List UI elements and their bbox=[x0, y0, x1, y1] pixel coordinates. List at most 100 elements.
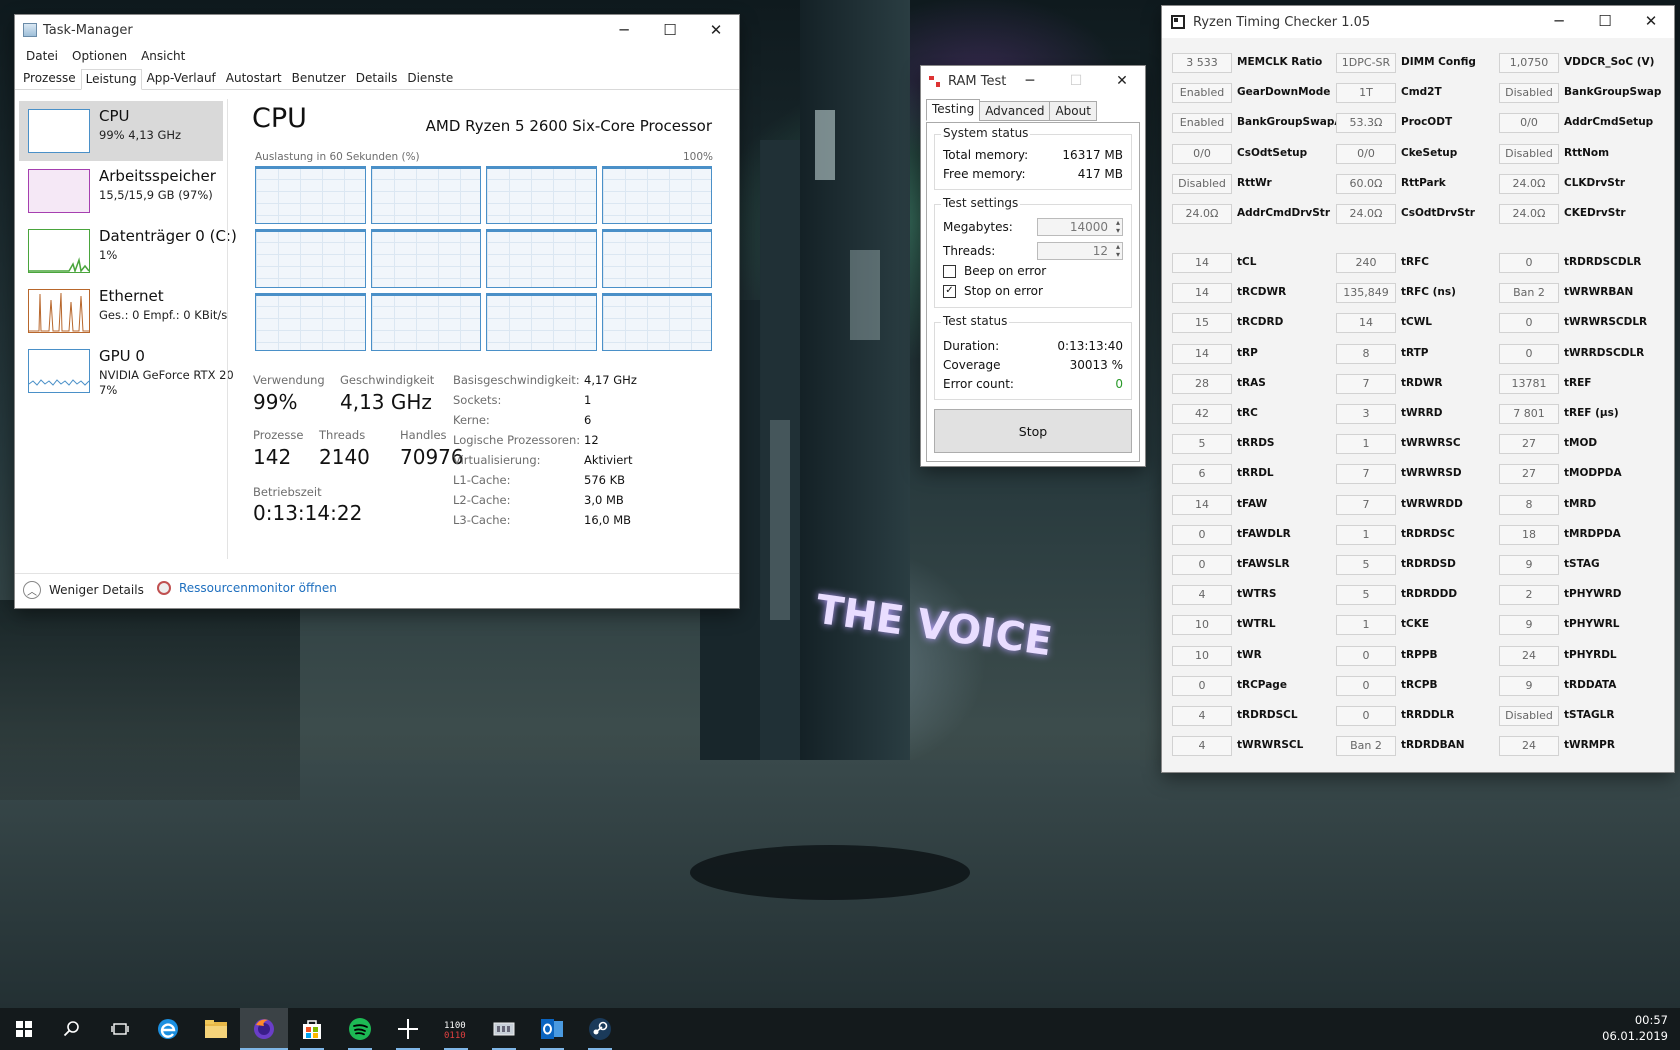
timing-value: 14 bbox=[1172, 253, 1232, 273]
tab-autostart[interactable]: Autostart bbox=[221, 68, 287, 89]
ramtest-icon[interactable] bbox=[480, 1008, 528, 1050]
maximize-button[interactable]: ☐ bbox=[1582, 6, 1628, 36]
sidebar-item-cpu[interactable]: CPU 99% 4,13 GHz bbox=[19, 101, 223, 161]
timing-value: Disabled bbox=[1172, 173, 1232, 194]
timing-row: 14 tFAW 7 tWRWRDD 8 tMRD bbox=[1162, 489, 1674, 519]
sidebar-item-memory[interactable]: Arbeitsspeicher 15,5/15,9 GB (97%) bbox=[19, 161, 223, 221]
tab-bar: Testing Advanced About bbox=[926, 99, 1097, 121]
tab-prozesse[interactable]: Prozesse bbox=[18, 68, 81, 89]
calculator-icon[interactable]: 1100 0110 bbox=[432, 1008, 480, 1050]
timing-value: Disabled bbox=[1499, 83, 1559, 104]
timing-label: tWRWRSCL bbox=[1237, 739, 1304, 752]
resource-monitor-link[interactable]: Ressourcenmonitor öffnen bbox=[157, 581, 337, 595]
timing-label: tRDRDSCDLR bbox=[1564, 256, 1642, 268]
search-icon[interactable] bbox=[48, 1008, 96, 1050]
spec-value: 576 KB bbox=[584, 473, 626, 487]
svg-text:0110: 0110 bbox=[444, 1031, 466, 1039]
tab-details[interactable]: Details bbox=[351, 68, 403, 89]
task-view-icon[interactable] bbox=[96, 1008, 144, 1050]
timing-value: 0 bbox=[1499, 253, 1559, 273]
timing-label: tRDRDSC bbox=[1401, 527, 1455, 540]
steam-icon[interactable] bbox=[576, 1008, 624, 1050]
app-cross-icon[interactable] bbox=[384, 1008, 432, 1050]
threads-stepper[interactable]: 12 bbox=[1037, 242, 1123, 260]
sidebar-item-ethernet[interactable]: Ethernet Ges.: 0 Empf.: 0 KBit/s bbox=[19, 281, 227, 341]
spec-label: Kerne: bbox=[453, 413, 490, 427]
spec-value: 4,17 GHz bbox=[584, 373, 637, 387]
sidebar-item-gpu[interactable]: GPU 0 NVIDIA GeForce RTX 20 7% bbox=[19, 341, 234, 401]
fewer-details-button[interactable]: ︿ Weniger Details bbox=[23, 581, 144, 599]
sidebar-item-disk[interactable]: Datenträger 0 (C:) 1% bbox=[19, 221, 237, 281]
spec-label: L2-Cache: bbox=[453, 493, 511, 507]
title-bar[interactable]: RAM Test ─ ☐ ✕ bbox=[921, 66, 1145, 96]
timing-label: BankGroupSwap bbox=[1564, 86, 1662, 99]
beep-on-error-checkbox[interactable]: Beep on error bbox=[943, 264, 1046, 278]
timing-label: tWRWRBAN bbox=[1564, 286, 1634, 299]
menu-optionen[interactable]: Optionen bbox=[65, 49, 134, 63]
timing-row: Disabled RttWr 60.0Ω RttPark 24.0Ω CLKDrvStr bbox=[1162, 168, 1674, 198]
title-bar[interactable]: Ryzen Timing Checker 1.05 ─ ☐ ✕ bbox=[1162, 6, 1674, 38]
timing-value: 14 bbox=[1336, 313, 1396, 334]
firefox-icon[interactable] bbox=[240, 1008, 288, 1050]
stop-on-error-checkbox[interactable]: ✓ Stop on error bbox=[943, 284, 1043, 298]
timing-label: tRFC bbox=[1401, 256, 1429, 268]
sidebar-item-label: GPU 0 bbox=[99, 347, 145, 365]
core-graph bbox=[255, 229, 366, 288]
system-clock[interactable]: 00:57 06.01.2019 bbox=[1602, 1012, 1668, 1044]
tab-testing[interactable]: Testing bbox=[926, 99, 981, 121]
timing-value: 4 bbox=[1172, 706, 1232, 726]
timing-value: 2 bbox=[1499, 585, 1559, 606]
timing-row: 10 tWTRL 1 tCKE 9 tPHYWRL bbox=[1162, 609, 1674, 639]
maximize-button[interactable]: ☐ bbox=[647, 15, 693, 45]
spec-value: Aktiviert bbox=[584, 453, 633, 467]
close-button[interactable]: ✕ bbox=[1099, 66, 1145, 96]
menu-datei[interactable]: Datei bbox=[19, 49, 65, 63]
megabytes-stepper[interactable]: 14000 bbox=[1037, 218, 1123, 236]
title-bar[interactable]: Task-Manager ─ ☐ ✕ bbox=[15, 15, 739, 45]
timing-value: 0 bbox=[1336, 706, 1396, 726]
timing-label: VDDCR_SoC (V) bbox=[1564, 56, 1655, 68]
timing-value: 8 bbox=[1499, 494, 1559, 515]
task-manager-window: Task-Manager ─ ☐ ✕ Datei Optionen Ansich… bbox=[15, 15, 739, 608]
close-button[interactable]: ✕ bbox=[1628, 6, 1674, 36]
timing-value: 14 bbox=[1172, 494, 1232, 515]
spec-value: 1 bbox=[584, 393, 592, 407]
timing-row: 0/0 CsOdtSetup 0/0 CkeSetup Disabled RttNom bbox=[1162, 138, 1674, 168]
timing-row: 4 tRDRDSCL 0 tRRDDLR Disabled tSTAGLR bbox=[1162, 700, 1674, 730]
stop-button[interactable]: Stop bbox=[934, 409, 1132, 453]
outlook-icon[interactable] bbox=[528, 1008, 576, 1050]
explorer-icon[interactable] bbox=[192, 1008, 240, 1050]
timing-label: tRC bbox=[1237, 407, 1258, 419]
timing-value: 0 bbox=[1172, 524, 1232, 545]
processes-value: 142 bbox=[253, 445, 292, 469]
tab-dienste[interactable]: Dienste bbox=[402, 68, 458, 89]
spotify-icon[interactable] bbox=[336, 1008, 384, 1050]
tab-app-verlauf[interactable]: App-Verlauf bbox=[142, 68, 221, 89]
minimize-button[interactable]: ─ bbox=[1007, 66, 1053, 96]
timing-label: CkeSetup bbox=[1401, 146, 1458, 159]
close-button[interactable]: ✕ bbox=[693, 15, 739, 45]
ram-test-window: RAM Test ─ ☐ ✕ Testing Advanced About Sy… bbox=[921, 66, 1145, 466]
timing-value: 6 bbox=[1172, 464, 1232, 485]
timing-value: 15 bbox=[1172, 313, 1232, 334]
minimize-button[interactable]: ─ bbox=[601, 15, 647, 45]
timing-label: tRDWR bbox=[1401, 376, 1443, 389]
tab-benutzer[interactable]: Benutzer bbox=[287, 68, 351, 89]
timing-label: tRDDATA bbox=[1564, 678, 1617, 691]
timing-label: tCKE bbox=[1401, 618, 1430, 631]
timing-row: 3 533 MEMCLK Ratio 1DPC-SR DIMM Config 1,075… bbox=[1162, 47, 1674, 77]
timing-label: CsOdtDrvStr bbox=[1401, 207, 1475, 219]
system-status-group: System status Total memory: 16317 MB Free… bbox=[934, 126, 1132, 190]
start-icon[interactable] bbox=[0, 1008, 48, 1050]
tab-about[interactable]: About bbox=[1049, 101, 1097, 121]
footer-bar: ︿ Weniger Details Ressourcenmonitor öffn… bbox=[15, 573, 739, 604]
timing-value: 9 bbox=[1499, 555, 1559, 575]
timing-value: 7 bbox=[1336, 464, 1396, 485]
menu-ansicht[interactable]: Ansicht bbox=[134, 49, 192, 63]
timing-value: 135,849 bbox=[1336, 283, 1396, 304]
tab-leistung[interactable]: Leistung bbox=[80, 69, 142, 90]
store-icon[interactable] bbox=[288, 1008, 336, 1050]
edge-icon[interactable] bbox=[144, 1008, 192, 1050]
minimize-button[interactable]: ─ bbox=[1536, 6, 1582, 36]
tab-advanced[interactable]: Advanced bbox=[979, 101, 1051, 121]
